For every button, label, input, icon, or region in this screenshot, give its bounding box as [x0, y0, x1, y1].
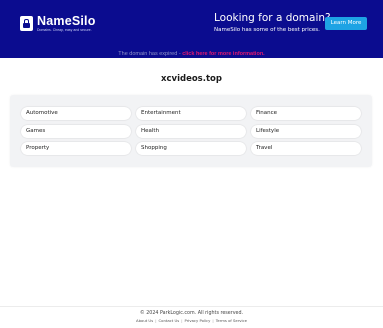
category-entertainment[interactable]: Entertainment: [136, 107, 246, 120]
promo-subtitle: NameSilo has some of the best prices.: [214, 27, 320, 33]
lock-icon: [20, 16, 33, 31]
brand-tagline: Domains. Cheap, easy and secure.: [37, 28, 92, 32]
expired-notice: The domain has expired - click here for …: [0, 51, 383, 58]
category-games[interactable]: Games: [21, 125, 131, 138]
promo-block: Looking for a domain? NameSilo has some …: [214, 12, 331, 34]
category-lifestyle[interactable]: Lifestyle: [251, 125, 361, 138]
footer-divider: [0, 306, 383, 307]
footer-link-privacy[interactable]: Privacy Policy: [183, 318, 213, 323]
category-panel: Automotive Entertainment Finance Games H…: [10, 95, 372, 167]
category-health[interactable]: Health: [136, 125, 246, 138]
header-banner: NameSilo Domains. Cheap, easy and secure…: [0, 0, 383, 58]
page-title: xcvideos.top: [161, 74, 222, 84]
footer-links: About Us | Contact Us | Privacy Policy | Terms…: [134, 318, 249, 323]
brand-name: NameSilo: [37, 14, 96, 28]
promo-title: Looking for a domain?: [214, 12, 331, 24]
footer-link-terms[interactable]: Terms of Service: [214, 318, 249, 323]
category-shopping[interactable]: Shopping: [136, 142, 246, 155]
category-travel[interactable]: Travel: [251, 142, 361, 155]
footer-link-about[interactable]: About Us: [134, 318, 155, 323]
more-info-link[interactable]: click here for more information.: [182, 51, 265, 57]
learn-more-button[interactable]: Learn More: [325, 17, 367, 30]
footer-link-contact[interactable]: Contact Us: [156, 318, 181, 323]
category-property[interactable]: Property: [21, 142, 131, 155]
namesilo-logo[interactable]: NameSilo Domains. Cheap, easy and secure…: [20, 14, 96, 34]
expired-notice-text: The domain has expired -: [118, 51, 183, 57]
copyright: © 2024 ParkLogic.com. All rights reserve…: [139, 311, 244, 316]
category-automotive[interactable]: Automotive: [21, 107, 131, 120]
category-finance[interactable]: Finance: [251, 107, 361, 120]
